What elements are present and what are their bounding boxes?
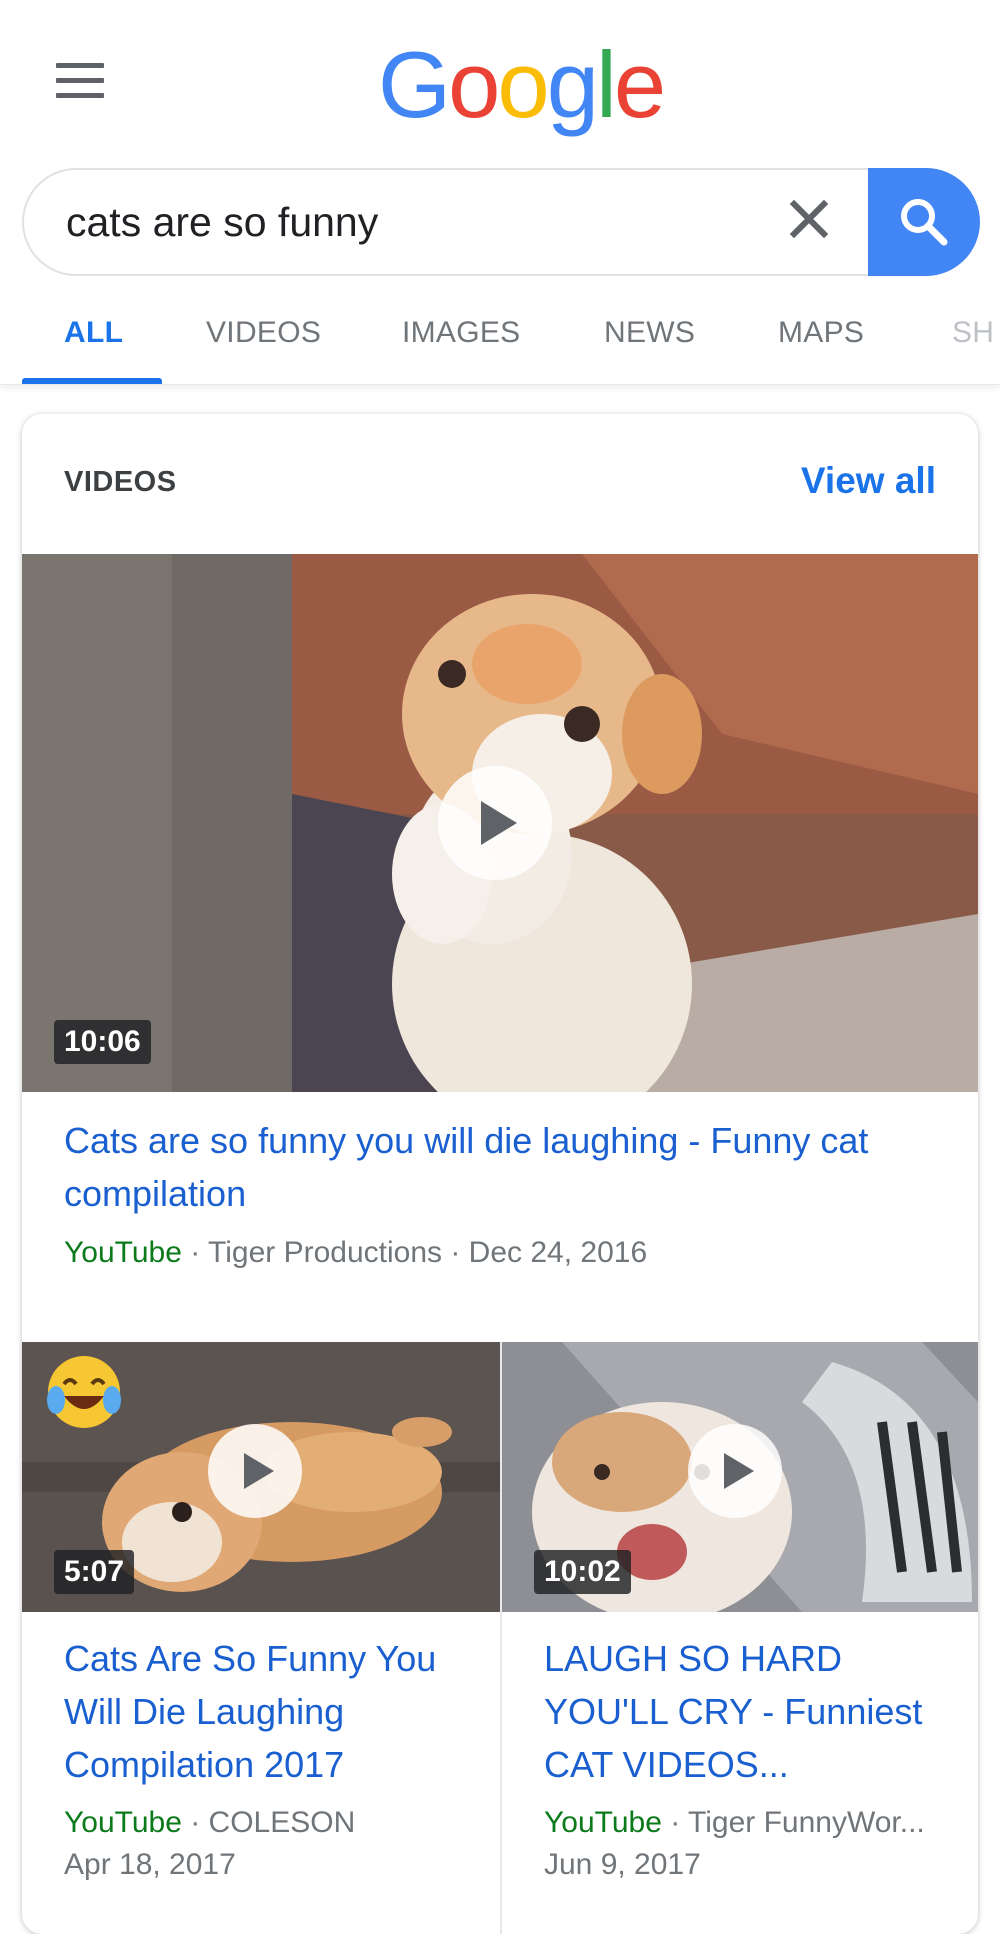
video-channel: · Tiger FunnyWor... — [661, 1806, 925, 1839]
laughing-tears-emoji-icon — [42, 1350, 126, 1434]
video-meta: YouTube · Tiger FunnyWor... Jun 9, 2017 — [544, 1802, 964, 1886]
hamburger-menu-icon[interactable] — [56, 63, 104, 99]
video-channel-date: · Tiger Productions · Dec 24, 2016 — [181, 1236, 648, 1269]
video-thumbnail[interactable]: 10:02 — [502, 1342, 978, 1612]
search-box — [22, 168, 978, 276]
header: Google — [0, 0, 1000, 160]
video-thumbnail[interactable]: 5:07 — [22, 1342, 500, 1612]
featured-video-title[interactable]: Cats are so funny you will die laughing … — [64, 1114, 924, 1220]
search-tabs: ALL VIDEOS IMAGES NEWS MAPS SH — [0, 296, 1000, 385]
tab-all[interactable]: ALL — [64, 316, 123, 350]
video-duration: 10:02 — [534, 1550, 631, 1594]
tab-videos[interactable]: VIDEOS — [206, 316, 321, 350]
tab-images[interactable]: IMAGES — [402, 316, 521, 350]
video-channel: · COLESON — [181, 1806, 356, 1839]
video-source: YouTube — [64, 1236, 182, 1269]
search-input[interactable] — [66, 192, 746, 252]
video-date: Jun 9, 2017 — [544, 1848, 701, 1881]
play-icon — [438, 766, 552, 880]
video-title[interactable]: Cats Are So Funny You Will Die Laughing … — [64, 1632, 484, 1791]
tab-news[interactable]: NEWS — [604, 316, 695, 350]
video-source: YouTube — [64, 1806, 182, 1839]
tab-shopping[interactable]: SH — [952, 316, 994, 350]
close-icon[interactable] — [786, 196, 832, 242]
tab-maps[interactable]: MAPS — [778, 316, 864, 350]
video-source: YouTube — [544, 1806, 662, 1839]
videos-card-title: VIDEOS — [64, 466, 177, 498]
video-meta: YouTube · COLESON Apr 18, 2017 — [64, 1802, 484, 1886]
play-icon — [208, 1424, 302, 1518]
search-icon — [901, 199, 948, 246]
video-title[interactable]: LAUGH SO HARD YOU'LL CRY - Funniest CAT … — [544, 1632, 964, 1791]
active-tab-indicator — [22, 378, 162, 384]
play-icon — [688, 1424, 782, 1518]
google-logo[interactable]: Google — [378, 38, 666, 132]
videos-card: VIDEOS View all 10:06 Cats are so funny … — [22, 414, 978, 1934]
featured-video-thumbnail[interactable]: 10:06 — [22, 554, 978, 1092]
column-divider — [500, 1342, 502, 1934]
video-duration: 5:07 — [54, 1550, 135, 1594]
view-all-link[interactable]: View all — [801, 460, 936, 502]
video-date: Apr 18, 2017 — [64, 1848, 236, 1881]
video-duration: 10:06 — [54, 1020, 151, 1064]
search-button[interactable] — [868, 168, 980, 276]
featured-video-meta: YouTube · Tiger Productions · Dec 24, 20… — [64, 1232, 944, 1274]
